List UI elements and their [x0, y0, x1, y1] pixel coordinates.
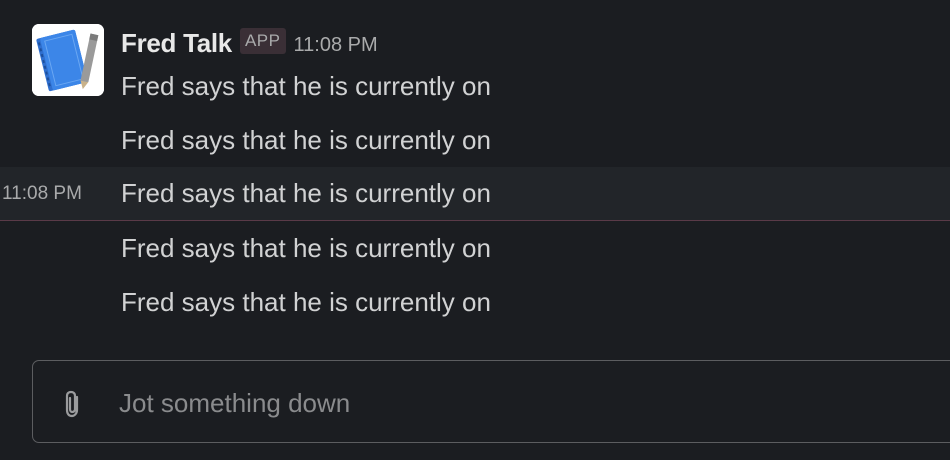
message-text: Fred says that he is currently on [121, 124, 491, 155]
message-text: Fred says that he is currently on [121, 232, 491, 263]
app-badge: APP [239, 28, 286, 54]
message-text: Fred says that he is currently on [121, 178, 491, 208]
sender-name[interactable]: Fred Talk [121, 28, 232, 59]
hover-timestamp[interactable]: 11:08 PM [2, 183, 82, 205]
message-line-hovered[interactable]: 11:08 PM Fred says that he is currently … [0, 167, 950, 221]
chat-view: Fred Talk APP 11:08 PM Fred says that he… [0, 0, 950, 460]
message-line[interactable]: Fred says that he is currently on [0, 59, 950, 113]
message-header: Fred Talk APP 11:08 PM [121, 26, 378, 60]
message-timestamp[interactable]: 11:08 PM [294, 34, 378, 57]
paperclip-icon[interactable] [61, 389, 85, 419]
message-text: Fred says that he is currently on [121, 286, 491, 317]
message-line[interactable]: Fred says that he is currently on [0, 221, 950, 275]
message-text: Fred says that he is currently on [121, 70, 491, 101]
message-line[interactable]: Fred says that he is currently on [0, 113, 950, 167]
message-input[interactable] [119, 383, 919, 423]
message-line[interactable]: Fred says that he is currently on [0, 275, 950, 329]
message-composer[interactable] [32, 360, 950, 443]
